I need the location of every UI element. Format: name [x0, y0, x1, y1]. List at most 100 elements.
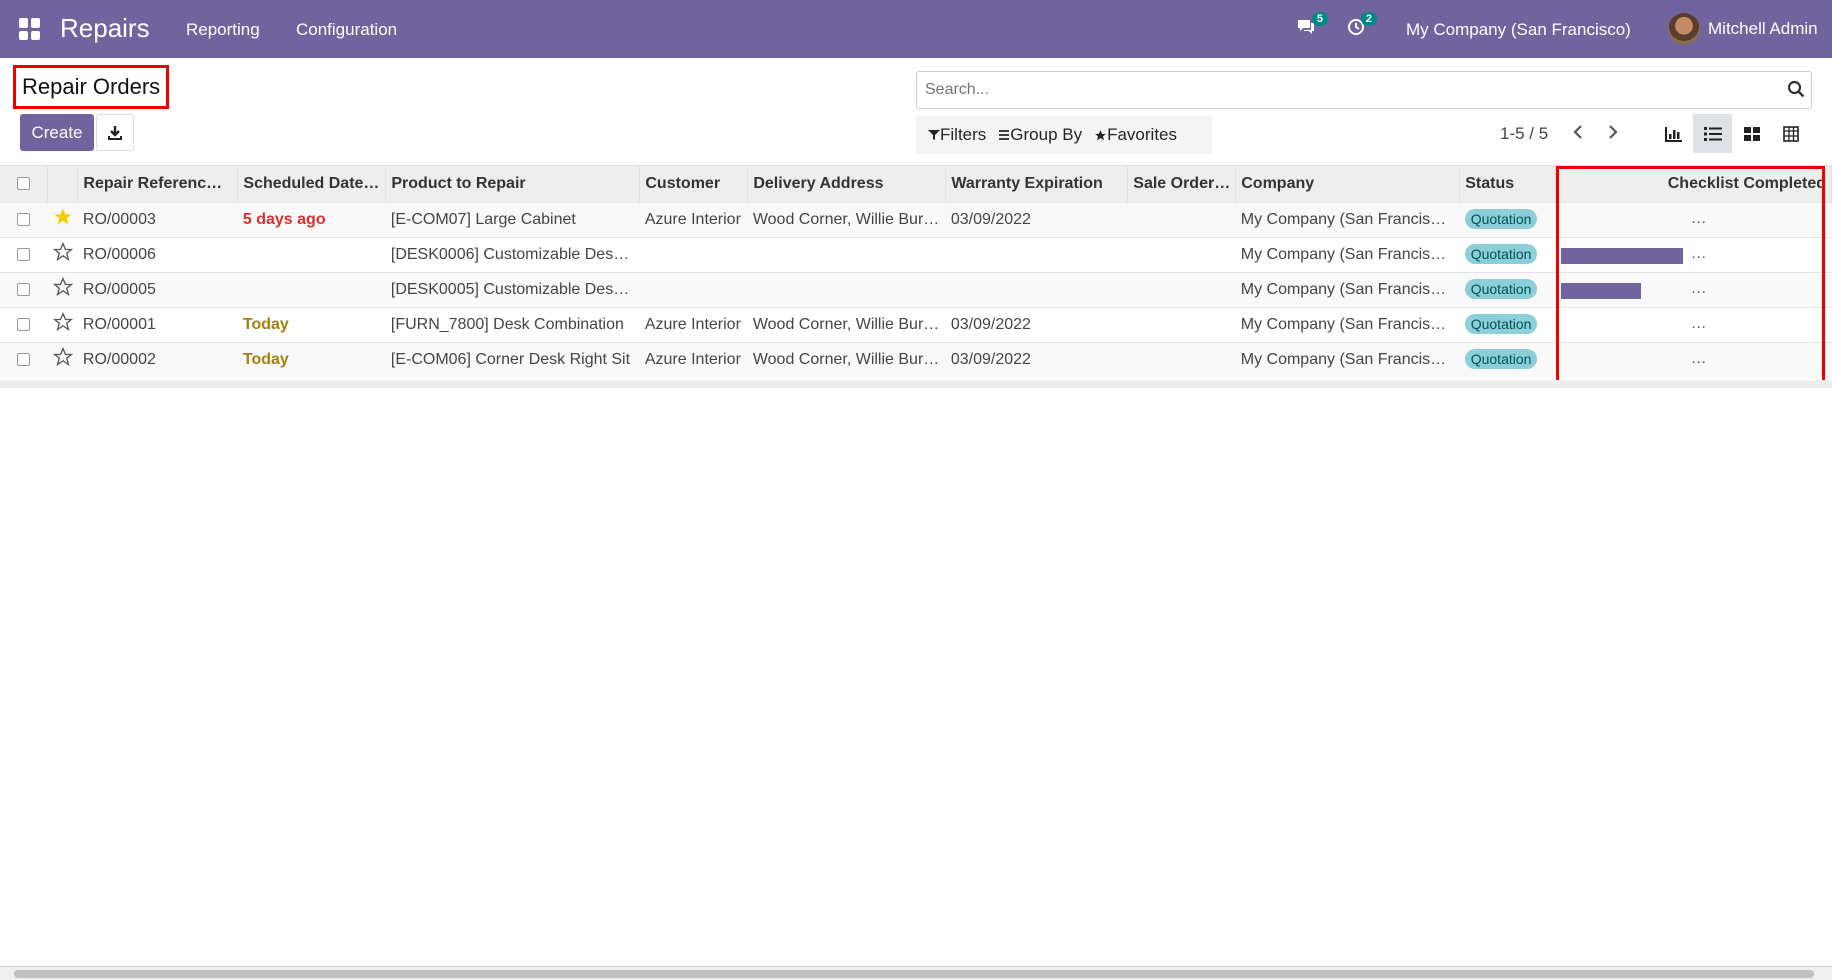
pager-next-icon[interactable] — [1607, 124, 1619, 145]
priority-star-icon[interactable] — [47, 201, 78, 237]
cell-company: My Company (San Francis… — [1235, 236, 1460, 272]
priority-star-icon[interactable] — [47, 306, 78, 342]
column-header-product[interactable]: Product to Repair — [385, 166, 641, 202]
table-row[interactable]: RO/00003 5 days ago [E-COM07] Large Cabine… — [0, 201, 1832, 237]
apps-menu-icon[interactable] — [19, 18, 41, 40]
cell-warranty — [945, 271, 1128, 307]
checklist-progress-more: … — [1690, 349, 1707, 367]
favorites-button[interactable]: Favorites — [1094, 125, 1177, 145]
cell-sale-order — [1127, 271, 1236, 307]
status-badge: Quotation — [1464, 208, 1538, 229]
checklist-progress-more: … — [1690, 244, 1707, 262]
row-checkbox-cell[interactable] — [0, 271, 48, 307]
checklist-progress-more: … — [1690, 314, 1707, 332]
row-checkbox-cell[interactable] — [0, 201, 48, 237]
cell-customer — [639, 271, 748, 307]
column-header-company[interactable]: Company — [1235, 166, 1461, 202]
column-header-checklist[interactable]: Checklist Completed — [1555, 166, 1832, 202]
list-view-icon[interactable] — [1693, 114, 1732, 153]
filters-label: Filters — [940, 125, 987, 144]
app-title[interactable]: Repairs — [60, 13, 150, 44]
messages-count-badge: 5 — [1311, 11, 1328, 26]
table-row[interactable]: RO/00006 [DESK0006] Customizable Des… My C… — [0, 236, 1832, 272]
cell-company: My Company (San Francis… — [1235, 201, 1460, 237]
scrollbar-thumb[interactable] — [14, 970, 1814, 978]
company-switcher[interactable]: My Company (San Francisco) — [1406, 20, 1631, 40]
column-header-status[interactable]: Status — [1459, 166, 1557, 202]
status-badge: Quotation — [1464, 243, 1538, 264]
row-checkbox[interactable] — [17, 247, 31, 261]
select-all-checkbox-cell[interactable] — [0, 166, 49, 202]
cell-warranty — [945, 236, 1128, 272]
cell-delivery-address — [747, 236, 946, 272]
table-row[interactable]: RO/00001 Today [FURN_7800] Desk Combinatio… — [0, 306, 1832, 342]
cell-delivery-address: Wood Corner, Willie Bur… — [747, 201, 946, 237]
groupby-button[interactable]: Group By — [998, 125, 1082, 145]
priority-star-icon[interactable] — [47, 341, 78, 377]
column-header-reference[interactable]: Repair Referenc… — [77, 166, 239, 202]
cell-product: [DESK0006] Customizable Des… — [385, 236, 640, 272]
cell-sale-order — [1127, 306, 1236, 342]
pager-value[interactable]: 1-5 / 5 — [1500, 124, 1548, 144]
chat-icon: 5 — [1296, 11, 1328, 41]
cell-checklist: … — [1555, 236, 1832, 272]
table-row[interactable]: RO/00005 [DESK0005] Customizable Des… My C… — [0, 271, 1832, 307]
search-input[interactable] — [917, 72, 1757, 108]
cell-scheduled-date — [237, 271, 386, 307]
table-row[interactable]: RO/00002 Today [E-COM06] Corner Desk Right… — [0, 341, 1832, 377]
cell-reference: RO/00003 — [77, 201, 238, 237]
cell-sale-order — [1127, 341, 1236, 377]
filter-icon — [928, 130, 940, 140]
user-menu[interactable]: Mitchell Admin — [1668, 0, 1818, 58]
top-navbar: Repairs Reporting Configuration 5 2 My C… — [0, 0, 1832, 58]
user-name: Mitchell Admin — [1708, 19, 1818, 38]
row-checkbox[interactable] — [17, 212, 31, 226]
menu-configuration[interactable]: Configuration — [296, 20, 397, 40]
cell-reference: RO/00005 — [77, 271, 238, 307]
checklist-progress-more: … — [1690, 209, 1707, 227]
checklist-progress-bar — [1560, 282, 1642, 299]
status-badge: Quotation — [1464, 348, 1538, 369]
download-button[interactable] — [96, 114, 134, 151]
repair-orders-table: Repair Referenc… Scheduled Date… Product… — [0, 166, 1832, 377]
horizontal-scrollbar[interactable] — [0, 966, 1832, 980]
cell-status: Quotation — [1459, 306, 1556, 342]
create-button[interactable]: Create — [20, 114, 94, 151]
column-header-delivery-address[interactable]: Delivery Address — [747, 166, 947, 202]
cell-delivery-address: Wood Corner, Willie Bur… — [747, 306, 946, 342]
cell-reference: RO/00002 — [77, 341, 238, 377]
graph-view-icon[interactable] — [1654, 114, 1693, 153]
messages-button[interactable]: 5 — [1296, 0, 1328, 58]
cell-delivery-address: Wood Corner, Willie Bur… — [747, 341, 946, 377]
column-header-sale-order[interactable]: Sale Order… — [1127, 166, 1237, 202]
cell-company: My Company (San Francis… — [1235, 341, 1460, 377]
row-checkbox[interactable] — [17, 353, 31, 367]
row-checkbox-cell[interactable] — [0, 341, 48, 377]
row-checkbox[interactable] — [17, 282, 31, 296]
activities-count-badge: 2 — [1360, 11, 1377, 26]
row-checkbox-cell[interactable] — [0, 306, 48, 342]
priority-star-icon[interactable] — [47, 236, 78, 272]
pager-previous-icon[interactable] — [1572, 124, 1584, 145]
priority-star-icon[interactable] — [47, 271, 78, 307]
column-header-warranty[interactable]: Warranty Expiration — [945, 166, 1129, 202]
select-all-checkbox[interactable] — [17, 177, 31, 191]
status-badge: Quotation — [1464, 313, 1538, 334]
cell-warranty: 03/09/2022 — [945, 341, 1128, 377]
activities-button[interactable]: 2 — [1347, 0, 1377, 58]
pivot-view-icon[interactable] — [1771, 114, 1810, 153]
search-icon[interactable] — [1787, 80, 1805, 98]
row-checkbox-cell[interactable] — [0, 236, 48, 272]
kanban-view-icon[interactable] — [1732, 114, 1771, 153]
table-footer — [0, 380, 1832, 388]
column-header-customer[interactable]: Customer — [639, 166, 749, 202]
search-box[interactable] — [916, 71, 1812, 109]
cell-company: My Company (San Francis… — [1235, 271, 1460, 307]
column-header-scheduled-date[interactable]: Scheduled Date… — [237, 166, 387, 202]
row-checkbox[interactable] — [17, 317, 31, 331]
filters-button[interactable]: Filters — [928, 125, 986, 145]
checklist-progress-bar — [1560, 247, 1683, 264]
cell-checklist: … — [1555, 271, 1832, 307]
status-badge: Quotation — [1464, 278, 1538, 299]
menu-reporting[interactable]: Reporting — [186, 20, 260, 40]
